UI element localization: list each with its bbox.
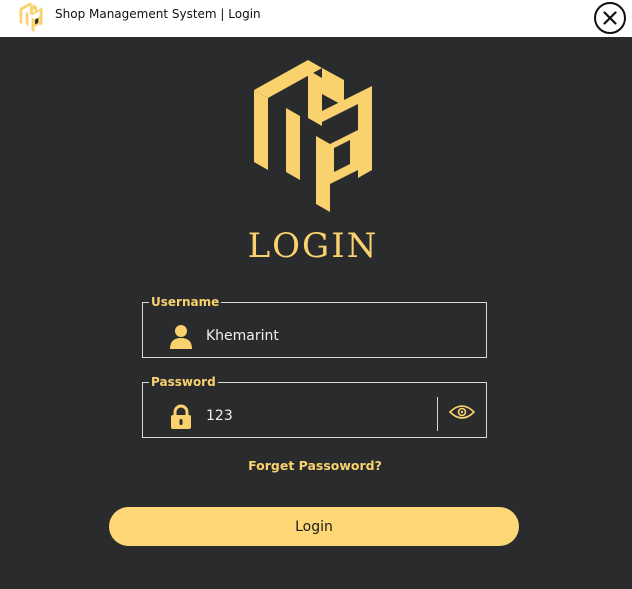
password-input[interactable] [206, 405, 426, 427]
app-logo-icon [19, 2, 43, 33]
username-input[interactable] [206, 325, 426, 347]
title-bar: Shop Management System | Login [0, 0, 632, 37]
login-button[interactable]: Login [109, 507, 519, 546]
user-icon [170, 325, 192, 349]
close-button[interactable] [594, 2, 626, 34]
login-heading: LOGIN [247, 226, 379, 266]
brand-logo-icon [254, 60, 372, 212]
login-window: Shop Management System | Login LOGIN Use… [0, 0, 632, 589]
close-icon [603, 11, 617, 25]
window-title: Shop Management System | Login [55, 7, 261, 21]
lock-icon [171, 404, 191, 429]
password-field: Password [142, 375, 487, 438]
eye-icon[interactable] [449, 403, 475, 421]
username-field: Username [142, 295, 487, 358]
password-divider [437, 397, 438, 431]
password-label: Password [151, 375, 216, 389]
username-label: Username [151, 295, 220, 309]
forgot-password-link[interactable]: Forget Passoword? [0, 458, 630, 473]
